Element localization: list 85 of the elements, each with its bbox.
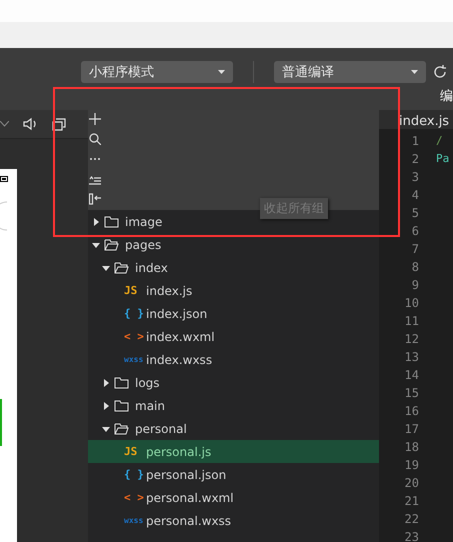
line-number: 13: [404, 349, 419, 366]
line-number: 18: [404, 439, 419, 456]
window-icon[interactable]: [52, 118, 66, 130]
open-folder-icon: [104, 238, 119, 250]
caret-down-icon: [411, 70, 418, 74]
line-number: 22: [404, 511, 419, 528]
battery-icon: [0, 176, 9, 182]
mode-dropdown[interactable]: 普通编译: [274, 61, 426, 83]
chevron-down-icon[interactable]: [0, 121, 9, 127]
line-number: 10: [404, 295, 419, 312]
folder-icon: [104, 216, 119, 228]
open-folder-icon: [114, 262, 129, 274]
folder-name: personal: [135, 422, 187, 436]
search-icon[interactable]: [89, 133, 101, 145]
file-type-icon: < >: [124, 330, 146, 343]
file-name: index.json: [146, 306, 208, 320]
folder-name: pages: [125, 238, 162, 252]
caret-down-icon: [218, 70, 225, 74]
open-folder-icon: [114, 422, 129, 434]
line-number: 7: [412, 241, 419, 258]
folder-row[interactable]: logs: [88, 371, 379, 394]
file-name: personal.wxss: [146, 514, 232, 528]
file-type-icon: { }: [124, 468, 146, 481]
plus-icon[interactable]: [89, 113, 101, 125]
line-number: 4: [412, 187, 419, 204]
refresh-icon[interactable]: [432, 64, 448, 80]
file-row[interactable]: JS personal.js: [88, 440, 379, 463]
line-number: 19: [404, 457, 419, 474]
caret-down-icon[interactable]: [92, 240, 100, 248]
line-number: 1: [412, 133, 419, 150]
folder-name: main: [135, 398, 165, 412]
line-number: 9: [412, 277, 419, 294]
folder-name: logs: [135, 376, 160, 390]
line-number: 17: [404, 421, 419, 438]
line-number: 8: [412, 259, 419, 276]
line-number: 11: [404, 313, 419, 330]
caret-right-icon[interactable]: [92, 218, 100, 226]
line-number: 16: [404, 403, 419, 420]
file-type-icon: { }: [124, 307, 146, 320]
file-type-icon: wxss: [124, 516, 146, 525]
file-row[interactable]: { } personal.json: [88, 463, 379, 486]
speaker-icon[interactable]: [23, 117, 38, 131]
file-name: index.js: [146, 284, 192, 298]
line-number: 23: [404, 529, 419, 542]
line-number: 3: [412, 169, 419, 186]
code-text: Pa: [436, 151, 450, 167]
code-text: /: [436, 133, 444, 149]
file-name: personal.json: [146, 468, 226, 482]
caret-down-icon[interactable]: [102, 264, 110, 272]
line-number: 21: [404, 493, 419, 510]
compile-label: 编: [440, 88, 453, 105]
line-number: 14: [404, 367, 419, 384]
file-type-icon: JS: [124, 284, 146, 297]
file-row[interactable]: { } index.json: [88, 302, 379, 325]
caret-down-icon[interactable]: [102, 424, 110, 432]
folder-name: image: [125, 214, 162, 228]
line-number: 5: [412, 205, 419, 222]
folder-row[interactable]: main: [88, 394, 379, 417]
folder-name: index: [135, 260, 168, 274]
file-name: index.wxss: [146, 352, 212, 366]
file-row[interactable]: < > personal.wxml: [88, 486, 379, 509]
file-name: index.wxml: [146, 330, 215, 344]
line-number: 20: [404, 475, 419, 492]
file-row[interactable]: wxss index.wxss: [88, 348, 379, 371]
folder-row[interactable]: personal: [88, 417, 379, 440]
line-number: 2: [412, 151, 419, 168]
mode-dropdown[interactable]: 小程序模式: [81, 61, 233, 83]
line-number: 6: [412, 223, 419, 240]
collapse-icon[interactable]: [89, 193, 101, 205]
file-row[interactable]: < > index.wxml: [88, 325, 379, 348]
file-row[interactable]: wxss personal.wxss: [88, 509, 379, 532]
caret-right-icon[interactable]: [102, 378, 110, 386]
file-type-icon: JS: [124, 445, 146, 458]
file-row[interactable]: JS index.js: [88, 279, 379, 302]
folder-icon: [114, 400, 129, 412]
file-type-icon: wxss: [124, 355, 146, 364]
line-number: 15: [404, 385, 419, 402]
file-name: personal.js: [146, 444, 212, 458]
caret-right-icon[interactable]: [102, 402, 110, 410]
line-number: 12: [404, 331, 419, 348]
folder-row[interactable]: index: [88, 256, 379, 279]
folder-icon: [114, 376, 129, 388]
folder-row[interactable]: pages: [88, 233, 379, 256]
file-type-icon: < >: [124, 491, 146, 504]
file-name: personal.wxml: [146, 490, 234, 504]
